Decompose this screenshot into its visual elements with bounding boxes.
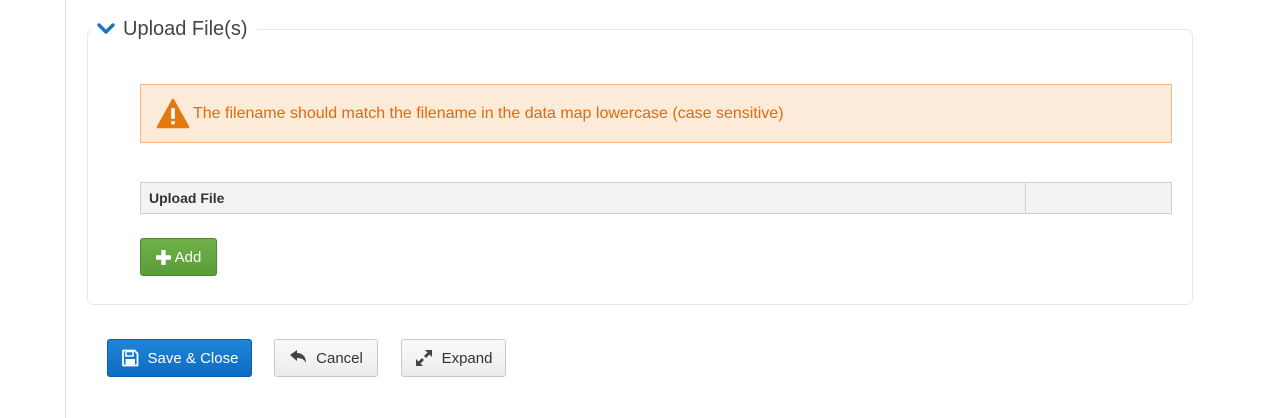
expand-button[interactable]: Expand	[401, 339, 506, 377]
cancel-label: Cancel	[316, 349, 363, 367]
add-file-button[interactable]: Add	[140, 238, 217, 276]
save-and-close-button[interactable]: Save & Close	[107, 339, 252, 377]
save-and-close-label: Save & Close	[147, 349, 239, 367]
expand-label: Expand	[441, 349, 493, 367]
chevron-down-icon[interactable]	[96, 21, 116, 37]
upload-files-section-header[interactable]: Upload File(s)	[92, 16, 258, 42]
column-header-upload-file: Upload File	[141, 183, 1026, 213]
upload-files-panel	[87, 29, 1193, 305]
alert-message: The filename should match the filename i…	[193, 104, 784, 122]
plus-icon	[155, 249, 171, 265]
undo-arrow-icon	[290, 350, 307, 363]
section-title: Upload File(s)	[123, 17, 248, 40]
warning-alert: The filename should match the filename i…	[140, 84, 1172, 143]
warning-triangle-icon	[156, 98, 190, 128]
left-divider	[65, 0, 66, 418]
floppy-disk-icon	[121, 349, 138, 367]
cancel-button[interactable]: Cancel	[274, 339, 378, 377]
expand-arrows-icon	[415, 350, 432, 366]
column-header-actions	[1026, 183, 1171, 213]
upload-file-table: Upload File	[140, 182, 1172, 214]
add-button-label: Add	[174, 248, 202, 266]
